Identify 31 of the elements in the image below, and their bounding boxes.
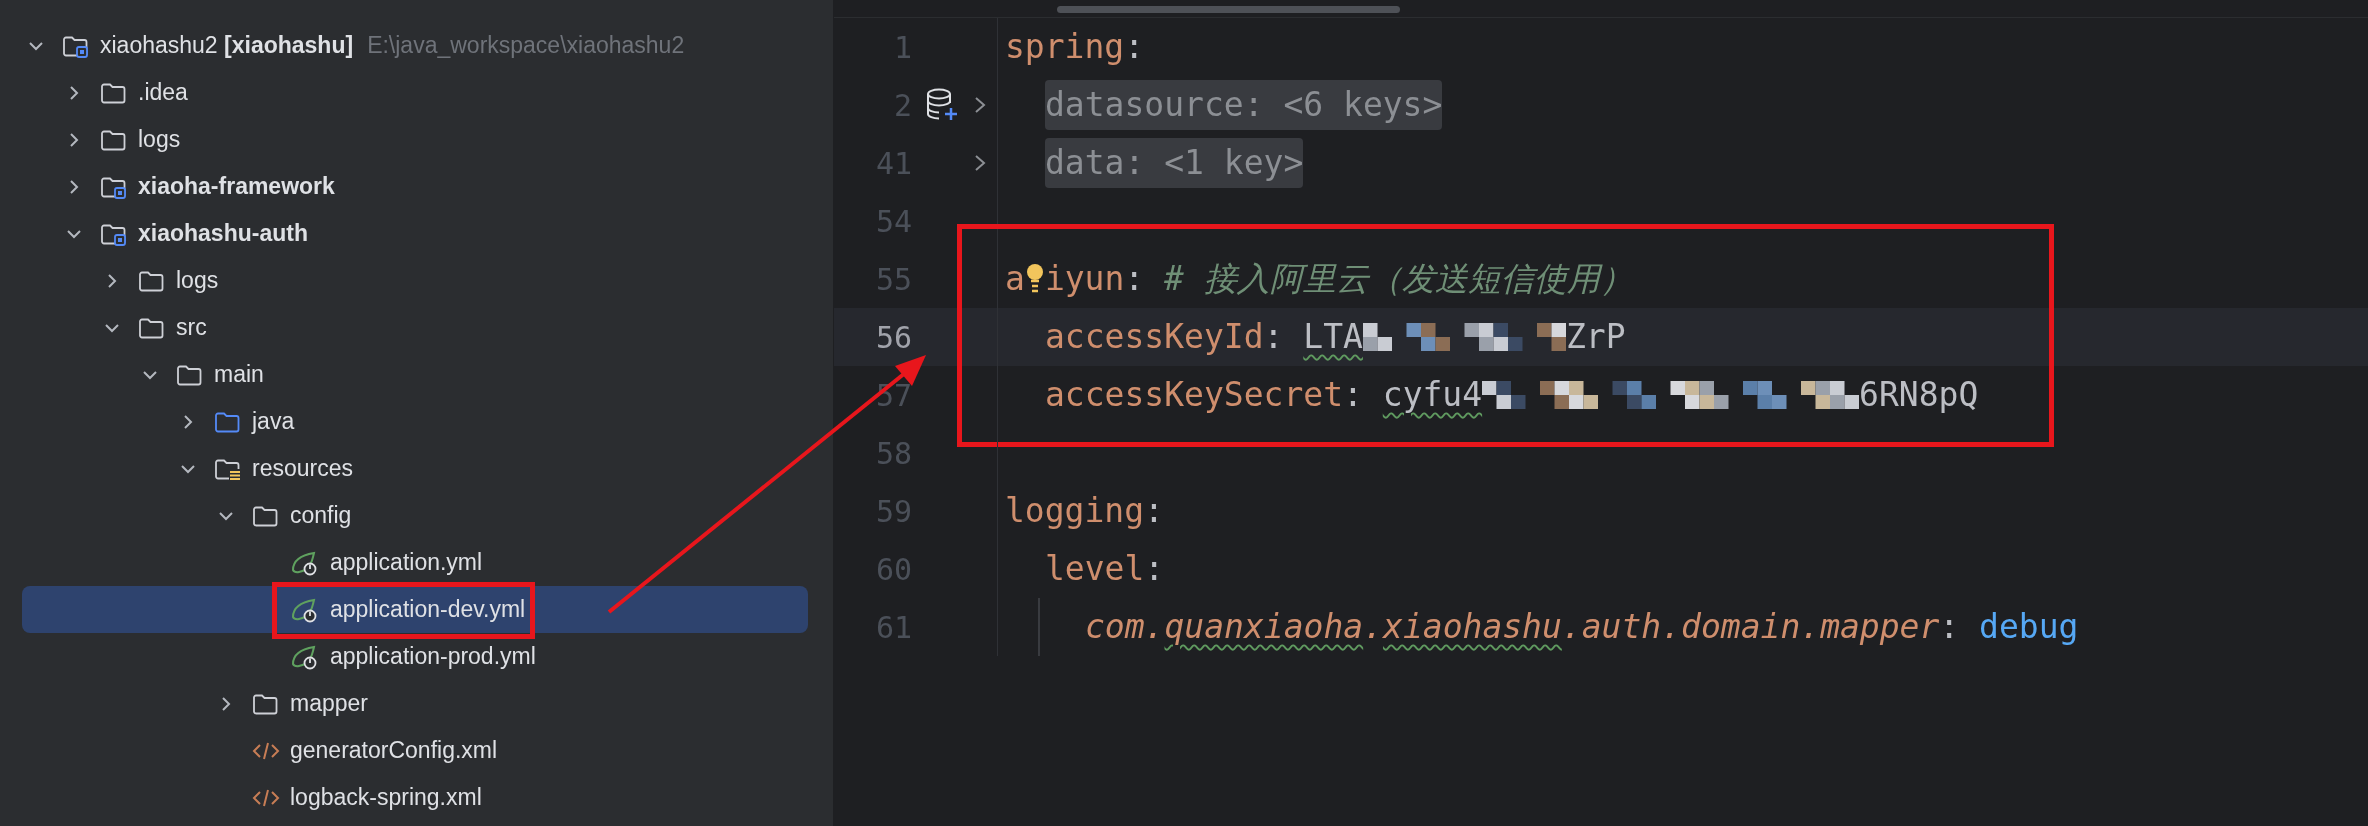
code-text: 6RN8pQ [1859, 374, 1979, 417]
code-text: com.quanxiaoha.xiaohashu.auth.domain.mapper: debug [1085, 606, 2079, 649]
code-text: a [1005, 258, 1025, 301]
tree-item-label[interactable]: logs [176, 263, 219, 298]
database-add-icon[interactable] [924, 87, 960, 123]
tree-item-label[interactable]: mapper [290, 686, 368, 721]
tree-item-label[interactable]: application-prod.yml [330, 639, 536, 674]
tree-item-label[interactable]: xiaohashu-auth [138, 216, 308, 251]
tree-item-label[interactable]: java [252, 404, 295, 439]
tree-item-label[interactable]: generatorConfig.xml [290, 733, 498, 768]
line-number: 56 [875, 318, 912, 357]
code-text: level: [1045, 548, 1165, 591]
tree-item-label[interactable]: application.yml [330, 545, 483, 580]
tree-item-label[interactable]: logback-spring.xml [290, 780, 482, 815]
code-text: accessKeySecret: cyfu4 [1045, 374, 1483, 417]
tree-item-label[interactable]: application-dev.yml [330, 592, 526, 627]
code-text: ZrP [1565, 316, 1626, 359]
tree-item-label[interactable]: xiaoha-framework [138, 169, 335, 204]
tree-item-label[interactable]: main [214, 357, 264, 392]
tree-item-label[interactable]: .idea [138, 75, 188, 110]
tree-item-label[interactable]: config [290, 498, 352, 533]
scrollbar-thumb[interactable] [1057, 6, 1400, 13]
tree-item-label[interactable]: xiaohashu2 [xiaohashu] [100, 28, 354, 63]
code-text: accessKeyId: LTA [1045, 316, 1363, 359]
code-text: spring: [1005, 26, 1145, 69]
tree-item-label[interactable]: logs [138, 122, 181, 157]
code-text: iyun: # 接入阿里云（发送短信使用） [1044, 258, 1633, 301]
code-text: logging: [1005, 490, 1164, 533]
tree-item-label[interactable]: src [176, 310, 207, 345]
tree-item-label[interactable]: resources [252, 451, 353, 486]
project-path: E:\java_workspace\xiaohashu2 [367, 31, 685, 61]
